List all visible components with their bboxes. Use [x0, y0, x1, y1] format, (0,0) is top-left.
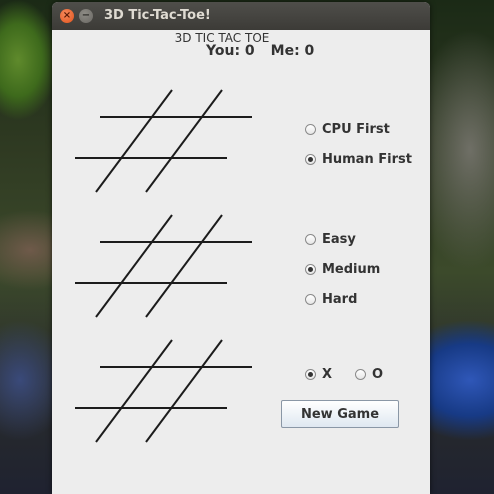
board-level-bottom[interactable]: [52, 338, 272, 448]
radio-circle-x[interactable]: [305, 369, 316, 380]
radio-circle-human-first[interactable]: [305, 154, 316, 165]
radio-hard[interactable]: Hard: [305, 292, 357, 307]
player-score: You: 0: [206, 43, 255, 59]
radio-cpu-first[interactable]: CPU First: [305, 122, 390, 137]
radio-label-human-first: Human First: [322, 152, 412, 167]
board-level-middle[interactable]: [52, 213, 272, 323]
radio-human-first[interactable]: Human First: [305, 152, 412, 167]
window-title: 3D Tic-Tac-Toe!: [104, 8, 211, 23]
board-grid-bottom[interactable]: [52, 338, 272, 448]
radio-circle-cpu-first[interactable]: [305, 124, 316, 135]
board-grid-middle[interactable]: [52, 213, 272, 323]
game-window: × − 3D Tic-Tac-Toe! 3D TIC TAC TOE You: …: [52, 2, 430, 494]
close-icon[interactable]: ×: [60, 9, 74, 23]
score-display: You: 0 Me: 0: [206, 43, 330, 59]
radio-circle-easy[interactable]: [305, 234, 316, 245]
radio-easy[interactable]: Easy: [305, 232, 356, 247]
radio-label-o: O: [372, 367, 384, 382]
new-game-button[interactable]: New Game: [281, 400, 399, 428]
title-bar[interactable]: × − 3D Tic-Tac-Toe!: [52, 2, 430, 30]
radio-symbol-x[interactable]: X: [305, 367, 332, 382]
radio-label-easy: Easy: [322, 232, 356, 247]
board-grid-top[interactable]: [52, 88, 272, 198]
radio-circle-hard[interactable]: [305, 294, 316, 305]
radio-label-cpu-first: CPU First: [322, 122, 390, 137]
board-level-top[interactable]: [52, 88, 272, 198]
minimize-icon[interactable]: −: [79, 9, 93, 23]
radio-circle-o[interactable]: [355, 369, 366, 380]
radio-circle-medium[interactable]: [305, 264, 316, 275]
radio-symbol-o[interactable]: O: [355, 367, 383, 382]
cpu-score: Me: 0: [270, 43, 315, 59]
radio-label-medium: Medium: [322, 262, 381, 277]
radio-label-x: X: [322, 367, 333, 382]
radio-label-hard: Hard: [322, 292, 358, 307]
radio-medium[interactable]: Medium: [305, 262, 380, 277]
